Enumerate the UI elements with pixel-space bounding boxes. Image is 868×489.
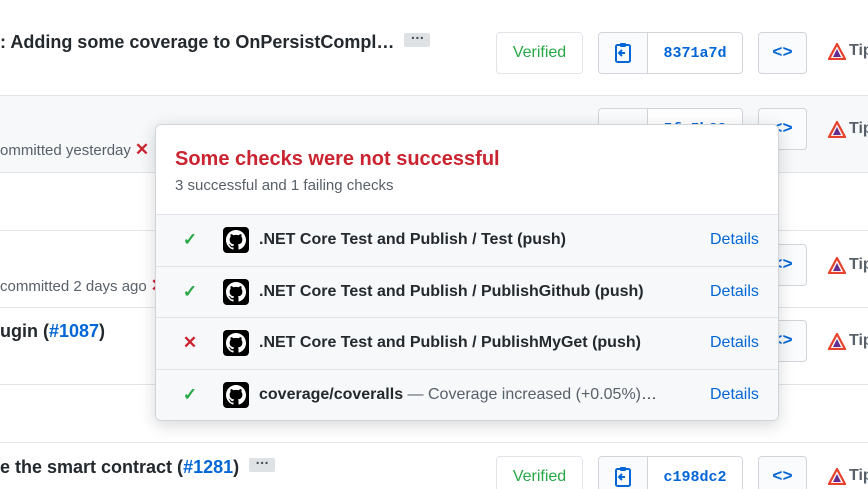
verified-badge[interactable]: Verified — [496, 456, 583, 489]
x-icon[interactable]: ✕ — [135, 140, 149, 159]
details-link[interactable]: Details — [710, 386, 759, 404]
github-icon — [223, 227, 249, 254]
pr-link[interactable]: #1281 — [183, 457, 233, 477]
brave-triangle-icon — [828, 332, 846, 350]
commit-title[interactable]: : Adding some coverage to OnPersistCompl… — [0, 26, 431, 53]
github-icon — [223, 278, 249, 305]
details-link[interactable]: Details — [710, 334, 759, 352]
check-icon: ✓ — [182, 281, 198, 301]
brave-triangle-icon — [828, 42, 846, 60]
popover-header: Some checks were not successful 3 succes… — [156, 125, 778, 215]
copy-sha-button[interactable] — [599, 457, 648, 489]
github-icon — [223, 330, 249, 357]
popover-title: Some checks were not successful — [175, 148, 500, 170]
clipboard-icon — [615, 467, 631, 487]
copy-sha-button[interactable] — [599, 33, 648, 73]
check-row: ✓ .NET Core Test and Publish / Test (pus… — [156, 215, 778, 267]
pr-link[interactable]: #1087 — [49, 321, 99, 341]
commit-meta: committed 2 days ago✕ — [0, 276, 165, 296]
code-icon: <> — [772, 43, 793, 63]
details-link[interactable]: Details — [710, 283, 759, 301]
check-icon: ✓ — [182, 230, 198, 250]
details-link[interactable]: Details — [710, 231, 759, 249]
tip-button[interactable]: Tip — [828, 467, 868, 485]
checks-popover: Some checks were not successful 3 succes… — [155, 124, 779, 421]
commit-sha-link[interactable]: 8371a7d — [648, 33, 742, 73]
expand-message-button[interactable] — [404, 26, 431, 48]
check-row: ✓ .NET Core Test and Publish / PublishGi… — [156, 266, 778, 318]
check-name: coverage/coveralls — Coverage increased … — [259, 386, 659, 404]
check-icon: ✓ — [182, 385, 198, 405]
tip-button[interactable]: Tip — [828, 120, 868, 138]
commit-title[interactable]: e the smart contract (#1281) — [0, 451, 276, 478]
browse-repo-button[interactable]: <> — [758, 32, 807, 74]
tip-button[interactable]: Tip — [828, 332, 868, 350]
x-icon: ✕ — [182, 333, 198, 353]
check-name: .NET Core Test and Publish / PublishGith… — [259, 282, 644, 300]
check-list: ✓ .NET Core Test and Publish / Test (pus… — [156, 215, 778, 420]
brave-triangle-icon — [828, 120, 846, 138]
code-icon: <> — [772, 467, 793, 487]
verified-badge[interactable]: Verified — [496, 32, 583, 74]
tip-button[interactable]: Tip — [828, 42, 868, 60]
check-name: .NET Core Test and Publish / Test (push) — [259, 231, 566, 249]
brave-triangle-icon — [828, 256, 846, 274]
commit-sha-link[interactable]: c198dc2 — [648, 457, 742, 489]
clipboard-icon — [615, 43, 631, 63]
github-icon — [223, 382, 249, 409]
commit-row: e the smart contract (#1281) Verified c1… — [0, 443, 868, 489]
commit-meta: ommitted yesterday ✕ — [0, 140, 150, 159]
sha-group: c198dc2 — [598, 456, 743, 489]
tip-button[interactable]: Tip — [828, 256, 868, 274]
check-name: .NET Core Test and Publish / PublishMyGe… — [259, 334, 641, 352]
popover-subtitle: 3 successful and 1 failing checks — [175, 177, 394, 194]
check-row: ✕ .NET Core Test and Publish / PublishMy… — [156, 318, 778, 370]
sha-group: 8371a7d — [598, 32, 743, 74]
brave-triangle-icon — [828, 467, 846, 485]
expand-message-button[interactable] — [249, 451, 276, 473]
check-row: ✓ coverage/coveralls — Coverage increase… — [156, 369, 778, 420]
commit-row: : Adding some coverage to OnPersistCompl… — [0, 0, 868, 96]
browse-repo-button[interactable]: <> — [758, 456, 807, 489]
commit-title[interactable]: ugin (#1087) — [0, 321, 105, 342]
